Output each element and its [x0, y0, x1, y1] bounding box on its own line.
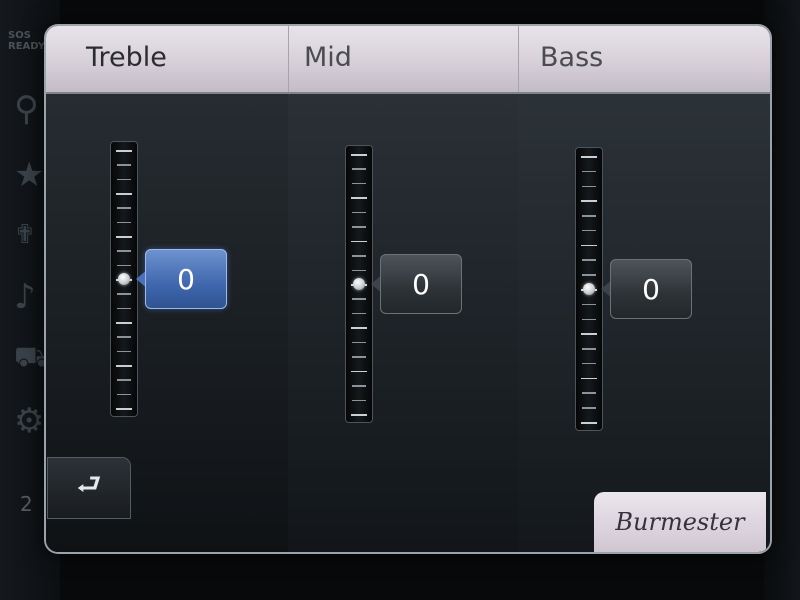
slider-tick	[351, 154, 367, 156]
slider-tick	[117, 221, 131, 224]
slider-tick	[582, 303, 596, 306]
slider-tick	[116, 236, 132, 238]
bass-column: 0	[518, 94, 770, 552]
tab-mid[interactable]: Mid	[304, 42, 352, 73]
slider-tick	[581, 377, 597, 380]
slider-tick	[117, 379, 131, 381]
sos-ready-indicator: SOS READY	[8, 30, 45, 52]
equalizer-panel: Treble Mid Bass 0 0 0 ⮐ Burmester	[46, 26, 770, 552]
slider-tick	[582, 259, 596, 261]
slider-tick	[582, 392, 596, 394]
slider-tick	[351, 327, 367, 329]
slider-tick	[352, 255, 366, 257]
slider-tick	[352, 211, 366, 214]
slider-tick	[116, 408, 132, 410]
slider-tick	[352, 399, 366, 402]
slider-tick	[351, 414, 367, 416]
slider-tick	[117, 207, 131, 209]
slider-tick	[582, 318, 596, 321]
slider-tick	[117, 264, 131, 267]
tab-bass[interactable]: Bass	[540, 42, 603, 73]
ready-label: READY	[8, 41, 46, 52]
treble-slider-knob[interactable]	[118, 273, 130, 285]
slider-tick	[117, 393, 131, 396]
slider-tick	[352, 226, 366, 228]
slider-tick	[582, 215, 596, 217]
slider-tick	[582, 229, 596, 232]
equalizer-header: Treble Mid Bass	[46, 26, 770, 94]
search-icon[interactable]: ⚲	[14, 92, 39, 126]
slider-tick	[582, 170, 596, 173]
slider-tick	[351, 240, 367, 243]
slider-tick	[117, 350, 131, 353]
slider-tick	[352, 385, 366, 387]
tab-treble[interactable]: Treble	[86, 42, 167, 73]
slider-tick	[582, 407, 596, 409]
treble-value-display[interactable]: 0	[145, 249, 227, 309]
slider-tick	[117, 250, 131, 252]
burmester-logo: Burmester	[594, 492, 766, 552]
slider-tick	[581, 200, 597, 202]
slider-tick	[582, 274, 596, 276]
slider-tick	[351, 370, 367, 373]
slider-tick	[581, 156, 597, 158]
settings-gear-icon[interactable]: ⚙	[14, 404, 44, 438]
slider-tick	[116, 365, 132, 367]
mid-slider-knob[interactable]	[353, 278, 365, 290]
slider-tick	[582, 362, 596, 365]
navigation-icon[interactable]: ✟	[14, 218, 36, 252]
mid-value-display[interactable]: 0	[380, 254, 462, 314]
slider-tick	[352, 356, 366, 358]
slider-tick	[581, 333, 597, 335]
slider-tick	[117, 178, 131, 181]
slider-tick	[351, 197, 367, 199]
slider-tick	[117, 307, 131, 310]
slider-tick	[352, 298, 366, 300]
back-button[interactable]: ⮐	[48, 458, 130, 518]
back-arrow-icon: ⮐	[76, 468, 102, 501]
slider-tick	[581, 422, 597, 424]
slider-tick	[352, 168, 366, 170]
slider-tick	[117, 293, 131, 295]
bass-value-display[interactable]: 0	[610, 259, 692, 319]
music-note-icon[interactable]: ♪	[14, 280, 36, 314]
car-icon[interactable]: ⛟	[14, 340, 49, 374]
slider-tick	[117, 164, 131, 166]
slider-tick	[116, 322, 132, 324]
slider-tick	[352, 182, 366, 185]
slider-tick	[582, 348, 596, 350]
mid-column: 0	[288, 94, 518, 552]
header-divider	[518, 26, 519, 92]
header-divider	[288, 26, 289, 92]
slider-tick	[116, 150, 132, 152]
brand-name: Burmester	[615, 508, 745, 536]
slider-tick	[352, 269, 366, 272]
slider-tick	[352, 341, 366, 344]
bass-slider-knob[interactable]	[583, 283, 595, 295]
slider-tick	[581, 244, 597, 247]
slider-tick	[117, 336, 131, 338]
slider-tick	[116, 193, 132, 195]
star-icon[interactable]: ★	[14, 158, 44, 192]
slider-tick	[582, 185, 596, 188]
sidebar-bottom-text: 2	[20, 492, 33, 516]
slider-tick	[352, 312, 366, 315]
sos-label: SOS	[8, 30, 31, 41]
